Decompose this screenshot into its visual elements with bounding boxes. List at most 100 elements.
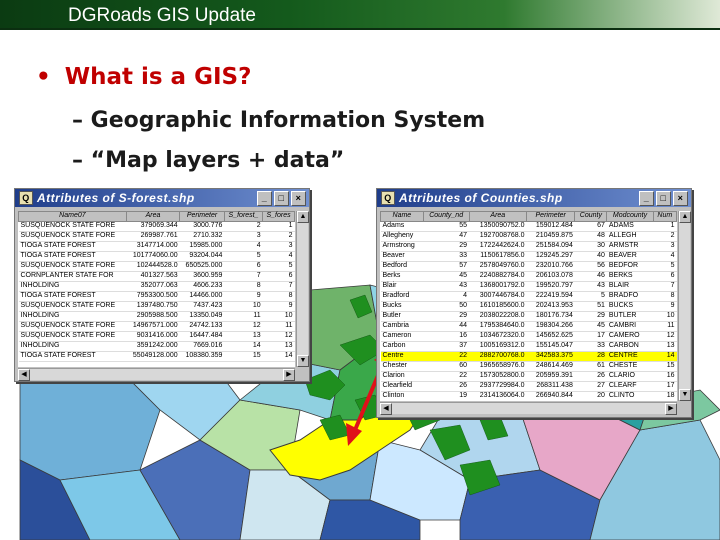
table-cell: CAMERO <box>606 331 654 342</box>
column-header[interactable]: Num <box>652 211 677 222</box>
scroll-up-icon[interactable]: ▲ <box>679 211 691 223</box>
table-row[interactable]: CORNPLANTER STATE FOR 401327.563 3600.959 7… <box>18 271 295 282</box>
table-row[interactable]: Bedford 57 2578049760.0 232010.766 56 BEDFOR 5 <box>380 261 677 272</box>
table-row[interactable]: Bucks 50 1610185600.0 202413.953 51 BUCKS 9 <box>380 301 677 312</box>
table-row[interactable]: Centre 22 2882700768.0 342583.375 28 CENTRE 14 <box>380 351 677 362</box>
table-cell: 2905988.500 <box>126 311 180 322</box>
close-button[interactable]: × <box>673 191 688 206</box>
minimize-button[interactable]: _ <box>639 191 654 206</box>
window-controls: _ □ × <box>639 191 688 206</box>
column-header[interactable]: County <box>574 211 608 222</box>
table-row[interactable]: SUSQUENOCK STATE FORE 9031416.000 16447.48… <box>18 331 295 342</box>
table-row[interactable]: SUSQUENOCK STATE FORE 102444528.0 650525.0… <box>18 261 295 272</box>
table-cell: 1610185600.0 <box>469 301 527 312</box>
table-cell: Bradford <box>380 291 424 302</box>
table-row[interactable]: SUSQUENOCK STATE FORE 269987.761 2710.332 3… <box>18 231 295 242</box>
table-row[interactable]: Cambria 44 1795384640.0 198304.266 45 CAMBRI 1… <box>380 321 677 332</box>
scroll-up-icon[interactable]: ▲ <box>297 211 309 223</box>
table-cell: TIOGA STATE FOREST <box>18 251 127 262</box>
table-cell: 7437.423 <box>179 301 225 312</box>
vertical-scrollbar[interactable]: ▲ ▼ <box>678 211 691 401</box>
table-row[interactable]: TIOGA STATE FOREST 3147714.000 15985.000 4 3 <box>18 241 295 252</box>
table-cell: 101774060.00 <box>126 251 180 262</box>
table-cell: 1034672320.0 <box>469 331 527 342</box>
window-titlebar[interactable]: Q Attributes of Counties.shp _ □ × <box>377 189 691 207</box>
table-row[interactable]: SUSQUENOCK STATE FORE 1397480.750 7437.423… <box>18 301 295 312</box>
attribute-table[interactable]: Name07 Area Perimeter S_forest_ S_fores SUSQ… <box>18 211 295 367</box>
table-cell: Allegheny <box>380 231 424 242</box>
window-title: Attributes of Counties.shp <box>399 191 563 205</box>
horizontal-scrollbar[interactable]: ◀ ▶ <box>380 402 677 415</box>
table-row[interactable]: Carbon 37 1005169312.0 155145.047 33 CARBON 13 <box>380 341 677 352</box>
scroll-right-icon[interactable]: ▶ <box>283 369 295 381</box>
table-row[interactable]: SUSQUENOCK STATE FORE 379069.344 3000.776 2… <box>18 221 295 232</box>
forest-attributes-window[interactable]: Q Attributes of S-forest.shp _ □ × Name0… <box>14 188 310 382</box>
table-row[interactable]: Berks 45 2240882784.0 206103.078 46 BERKS 6 <box>380 271 677 282</box>
table-cell: 2937729984.0 <box>469 381 527 392</box>
table-cell: 14 <box>262 351 295 362</box>
column-header[interactable]: Area <box>468 211 528 222</box>
table-row[interactable]: Butler 29 2038022208.0 180176.734 29 BUTLER 10 <box>380 311 677 322</box>
column-header[interactable]: County_nd <box>422 211 470 222</box>
table-cell: 268311.438 <box>526 381 575 392</box>
counties-attributes-window[interactable]: Q Attributes of Counties.shp _ □ × Name C… <box>376 188 692 418</box>
table-row[interactable]: Adams 55 1350090752.0 159012.484 67 ADAMS 1 <box>380 221 677 232</box>
table-cell: 13350.049 <box>179 311 225 322</box>
table-row[interactable]: Clearfield 26 2937729984.0 268311.438 27 CLEA… <box>380 381 677 392</box>
table-row[interactable]: Blair 43 1368001792.0 199520.797 43 BLAIR 7 <box>380 281 677 292</box>
table-cell: 3 <box>224 231 263 242</box>
table-row[interactable]: Bradford 4 3007446784.0 222419.594 5 BRADFO 8 <box>380 291 677 302</box>
table-row[interactable]: SUSQUENOCK STATE FORE 14967571.000 24742.1… <box>18 321 295 332</box>
maximize-button[interactable]: □ <box>274 191 289 206</box>
table-cell: SUSQUENOCK STATE FORE <box>18 321 127 332</box>
table-row[interactable]: Clinton 19 2314136064.0 266940.844 20 CLINTO 1… <box>380 391 677 401</box>
table-row[interactable]: Beaver 33 1150617856.0 129245.297 40 BEAVER 4 <box>380 251 677 262</box>
scroll-down-icon[interactable]: ▼ <box>297 355 309 367</box>
table-cell: 2882700768.0 <box>469 351 527 362</box>
column-header[interactable]: S_fores <box>262 211 295 222</box>
table-cell: 248614.469 <box>526 361 575 372</box>
sub-item-1: – Geographic Information System <box>72 108 486 133</box>
attribute-table[interactable]: Name County_nd Area Perimeter County Modcount… <box>380 211 677 401</box>
table-cell: 2314136064.0 <box>469 391 527 401</box>
column-header[interactable]: Name <box>380 211 424 222</box>
table-cell: 2 <box>653 231 677 242</box>
minimize-button[interactable]: _ <box>257 191 272 206</box>
scroll-down-icon[interactable]: ▼ <box>679 389 691 401</box>
table-cell: 10 <box>653 311 677 322</box>
column-header[interactable]: Perimeter <box>179 211 225 222</box>
close-button[interactable]: × <box>291 191 306 206</box>
table-row[interactable]: INHOLDING 2905988.500 13350.049 11 10 <box>18 311 295 322</box>
table-row[interactable]: Chester 60 1965658976.0 248614.469 61 CHESTE 1… <box>380 361 677 372</box>
table-row[interactable]: INHOLDING 3591242.000 7669.016 14 13 <box>18 341 295 352</box>
table-row[interactable]: INHOLDING 352077.063 4606.233 8 7 <box>18 281 295 292</box>
window-titlebar[interactable]: Q Attributes of S-forest.shp _ □ × <box>15 189 309 207</box>
table-cell: Chester <box>380 361 424 372</box>
scroll-left-icon[interactable]: ◀ <box>380 403 392 415</box>
horizontal-scrollbar[interactable]: ◀ ▶ <box>18 368 295 381</box>
table-cell: 401327.563 <box>126 271 180 282</box>
column-header[interactable]: Perimeter <box>526 211 576 222</box>
table-row[interactable]: TIOGA STATE FOREST 7953300.500 14466.000 9 8 <box>18 291 295 302</box>
scroll-left-icon[interactable]: ◀ <box>18 369 30 381</box>
column-header[interactable]: Area <box>125 211 181 222</box>
table-row[interactable]: Armstrong 29 1722442624.0 251584.094 30 ARMST… <box>380 241 677 252</box>
table-row[interactable]: Allegheny 47 1927008768.0 210459.875 48 ALLEG… <box>380 231 677 242</box>
column-header[interactable]: Name07 <box>18 211 127 222</box>
table-row[interactable]: TIOGA STATE FOREST 101774060.00 93204.044 5… <box>18 251 295 262</box>
column-header[interactable]: S_forest_ <box>223 211 264 222</box>
column-header[interactable]: Modcounty <box>606 211 654 222</box>
table-row[interactable]: Cameron 16 1034672320.0 145652.625 17 CAMERO 1… <box>380 331 677 342</box>
table-row[interactable]: TIOGA STATE FOREST 55049128.000 108380.359… <box>18 351 295 362</box>
table-row[interactable]: Clarion 22 1573052800.0 205959.391 26 CLARIO 1… <box>380 371 677 382</box>
table-cell: 11 <box>653 321 677 332</box>
maximize-button[interactable]: □ <box>656 191 671 206</box>
table-cell: 26 <box>574 371 607 382</box>
table-cell: Clearfield <box>380 381 424 392</box>
scroll-right-icon[interactable]: ▶ <box>665 403 677 415</box>
table-cell: 5 <box>262 261 295 272</box>
table-cell: 210459.875 <box>526 231 575 242</box>
table-cell: TIOGA STATE FOREST <box>18 351 127 362</box>
vertical-scrollbar[interactable]: ▲ ▼ <box>296 211 309 367</box>
table-cell: 17 <box>653 381 677 392</box>
